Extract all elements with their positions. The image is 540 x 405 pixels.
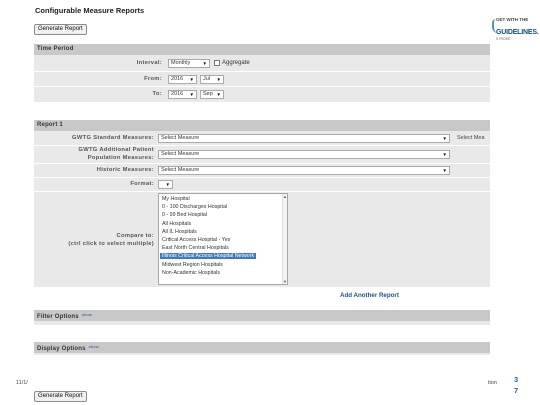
standard-measures-label: GWTG Standard Measures: xyxy=(72,135,154,141)
divider xyxy=(34,145,490,146)
compare-option[interactable]: Midwest Region Hospitals xyxy=(162,262,223,268)
overflow-text: Select Mea xyxy=(457,135,485,141)
compare-label-2: (ctrl click to select multiple) xyxy=(68,241,154,247)
from-month-value: Jul xyxy=(203,76,211,82)
format-label: Format: xyxy=(130,181,154,187)
compare-option[interactable]: 0 - 100 Discharges Hospital xyxy=(162,204,227,210)
chevron-down-icon: ▼ xyxy=(189,77,194,82)
report-header: Report 1 xyxy=(34,120,490,131)
display-options-show-link[interactable]: show xyxy=(89,344,99,349)
chevron-down-icon: ▼ xyxy=(442,136,447,141)
interval-label: Interval: xyxy=(136,60,162,66)
historic-measures-value: Select Measure xyxy=(161,167,200,173)
listbox-scrollbar[interactable]: ▲ ▼ xyxy=(282,194,287,284)
compare-label-1: Compare to: xyxy=(116,233,154,239)
display-options-header[interactable]: Display Options show xyxy=(34,342,490,353)
compare-option[interactable]: All Hospitals xyxy=(162,221,191,227)
generate-report-button-bottom[interactable]: Generate Report xyxy=(34,391,87,402)
display-options-panel xyxy=(34,353,490,355)
divider xyxy=(34,163,490,164)
additional-measures-value: Select Measure xyxy=(161,151,200,157)
aggregate-label: Aggregate xyxy=(222,60,250,66)
to-year-value: 2016 xyxy=(171,91,184,97)
additional-measures-label-1: GWTG Additional Patient xyxy=(78,147,154,153)
aggregate-checkbox[interactable] xyxy=(214,60,220,66)
format-select[interactable]: ▼ xyxy=(158,180,173,189)
filter-options-panel xyxy=(34,321,490,325)
from-year-value: 2016 xyxy=(171,76,184,82)
compare-option[interactable]: Non-Academic Hospitals xyxy=(162,270,220,276)
to-month-value: Sep xyxy=(203,91,213,97)
divider xyxy=(34,71,490,72)
page-title: Configurable Measure Reports xyxy=(35,6,145,15)
compare-option[interactable]: East North Central Hospitals xyxy=(162,245,229,251)
compare-option[interactable]: My Hospital xyxy=(162,196,190,202)
add-another-report-link[interactable]: Add Another Report xyxy=(340,292,399,299)
logo-line-2: GUIDELINES. xyxy=(496,29,539,36)
to-label: To: xyxy=(152,91,162,97)
additional-measures-label-2: Population Measures: xyxy=(87,155,154,161)
compare-listbox[interactable]: ▲ ▼ My Hospital 0 - 100 Discharges Hospit… xyxy=(158,193,288,285)
footer-text: tion xyxy=(488,380,497,386)
additional-measures-select[interactable]: Select Measure ▼ xyxy=(158,150,450,159)
to-year-select[interactable]: 2016 ▼ xyxy=(168,90,197,99)
historic-measures-label: Historic Measures: xyxy=(96,167,154,173)
compare-option[interactable]: All IL Hospitals xyxy=(162,229,197,235)
divider xyxy=(34,191,490,192)
chevron-down-icon: ▼ xyxy=(202,61,207,66)
time-period-header: Time Period xyxy=(34,44,490,55)
from-label: From: xyxy=(144,76,162,82)
historic-measures-select[interactable]: Select Measure ▼ xyxy=(158,166,450,175)
scroll-down-icon[interactable]: ▼ xyxy=(283,279,287,284)
standard-measures-value: Select Measure xyxy=(161,135,200,141)
chevron-down-icon: ▼ xyxy=(442,168,447,173)
filter-options-header[interactable]: Filter Options show xyxy=(34,310,490,321)
compare-option[interactable]: Illinois Critical Access Hospital Networ… xyxy=(160,253,257,260)
divider xyxy=(34,86,490,87)
report-title: Report 1 xyxy=(37,122,63,128)
filter-options-title: Filter Options xyxy=(37,314,79,320)
interval-select[interactable]: Monthly ▼ xyxy=(168,59,210,68)
slide-number-1: 3 xyxy=(514,375,519,384)
generate-report-button-top[interactable]: Generate Report xyxy=(34,24,87,35)
display-options-title: Display Options xyxy=(37,346,86,352)
divider xyxy=(34,177,490,178)
from-month-select[interactable]: Jul ▼ xyxy=(200,75,224,84)
chevron-down-icon: ▼ xyxy=(216,77,221,82)
slide-number-2: 7 xyxy=(514,386,519,395)
chevron-down-icon: ▼ xyxy=(165,182,170,187)
to-month-select[interactable]: Sep ▼ xyxy=(200,90,224,99)
compare-option[interactable]: 0 - 99 Bed Hospital xyxy=(162,212,207,218)
filter-options-show-link[interactable]: show xyxy=(82,312,92,317)
logo-line-1: GET WITH THE xyxy=(496,17,529,22)
standard-measures-select[interactable]: Select Measure ▼ xyxy=(158,134,450,143)
logo-line-3: STROKE xyxy=(496,37,511,41)
footer-date: 11/1/ xyxy=(16,380,28,386)
scroll-up-icon[interactable]: ▲ xyxy=(283,194,287,199)
chevron-down-icon: ▼ xyxy=(189,92,194,97)
from-year-select[interactable]: 2016 ▼ xyxy=(168,75,197,84)
compare-option[interactable]: Critical Access Hospital - Yes xyxy=(162,237,230,243)
time-period-title: Time Period xyxy=(37,46,74,52)
interval-value: Monthly xyxy=(171,60,191,66)
chevron-down-icon: ▼ xyxy=(442,152,447,157)
gwtg-logo: GET WITH THE GUIDELINES. GUIDELINES. STR… xyxy=(492,17,539,41)
chevron-down-icon: ▼ xyxy=(216,92,221,97)
